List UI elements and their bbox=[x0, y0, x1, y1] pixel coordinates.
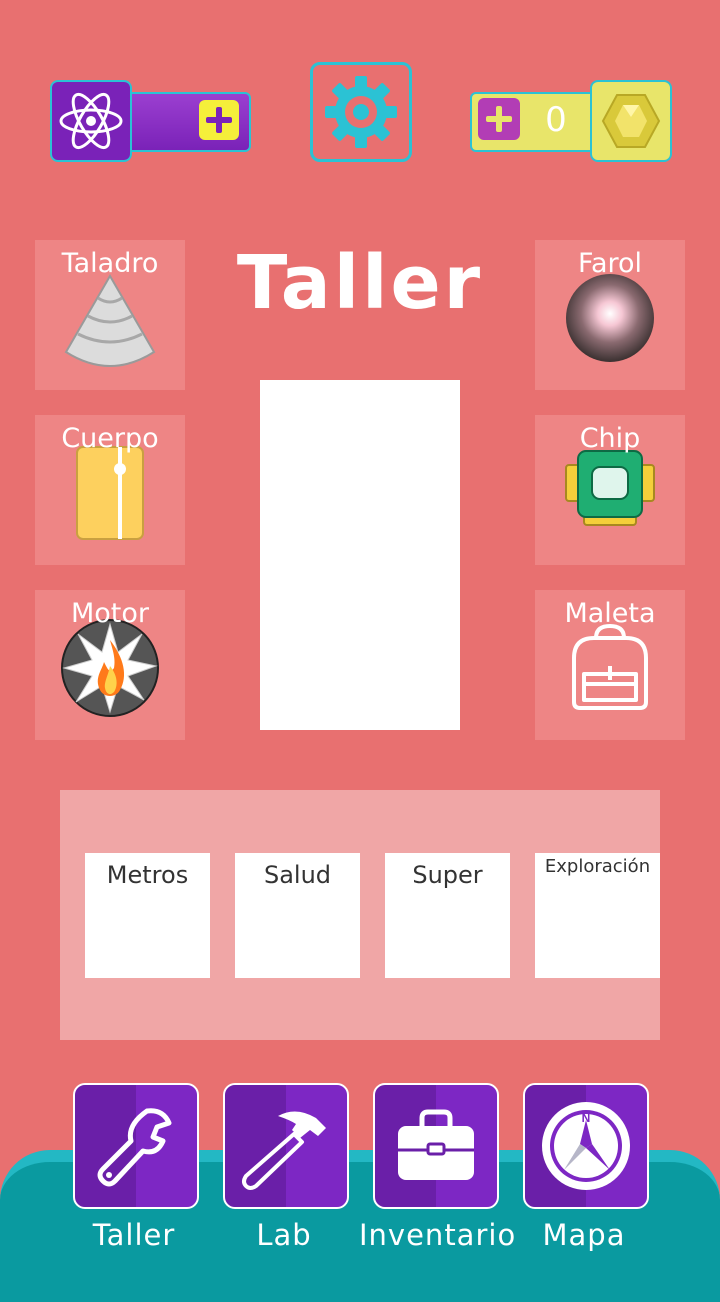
robot-preview bbox=[260, 380, 460, 730]
plus-icon bbox=[206, 107, 232, 133]
add-gems-button[interactable] bbox=[478, 98, 520, 140]
gear-icon bbox=[325, 76, 397, 148]
energy-button[interactable] bbox=[50, 80, 132, 162]
stat-label: Metros bbox=[106, 861, 189, 889]
part-slot-chip[interactable]: Chip bbox=[535, 415, 685, 565]
nav-button-map[interactable]: N bbox=[523, 1083, 649, 1209]
stat-card-meters: Metros bbox=[85, 853, 210, 978]
chip-icon bbox=[565, 450, 655, 526]
nav-button-lab[interactable] bbox=[223, 1083, 349, 1209]
stat-card-exploration: Exploración bbox=[535, 853, 660, 978]
motor-icon bbox=[61, 619, 159, 717]
part-slot-motor[interactable]: Motor bbox=[35, 590, 185, 740]
nav-label[interactable]: Lab bbox=[209, 1218, 359, 1252]
gem-count: 0 bbox=[545, 100, 567, 140]
drill-icon bbox=[64, 274, 156, 367]
body-icon bbox=[76, 446, 144, 540]
part-label: Chip bbox=[579, 423, 641, 454]
stat-label: Super bbox=[412, 861, 483, 889]
stat-card-health: Salud bbox=[235, 853, 360, 978]
lantern-icon bbox=[566, 274, 654, 362]
add-energy-button[interactable] bbox=[199, 100, 239, 140]
part-label: Taladro bbox=[61, 248, 159, 279]
part-label: Farol bbox=[577, 248, 643, 279]
plus-icon bbox=[486, 106, 512, 132]
stat-label: Exploración bbox=[544, 856, 651, 877]
hammer-icon bbox=[242, 1111, 326, 1190]
page-title: Taller bbox=[236, 240, 484, 326]
gem-icon bbox=[601, 94, 661, 148]
stat-card-super: Super bbox=[385, 853, 510, 978]
part-label: Cuerpo bbox=[61, 423, 159, 454]
part-slot-backpack[interactable]: Maleta bbox=[535, 590, 685, 740]
wrench-icon bbox=[97, 1108, 172, 1187]
part-label: Maleta bbox=[564, 598, 656, 629]
part-label: Motor bbox=[70, 598, 150, 629]
part-slot-drill[interactable]: Taladro bbox=[35, 240, 185, 390]
stat-label: Salud bbox=[263, 861, 332, 889]
atom-icon bbox=[59, 92, 123, 150]
compass-icon: N bbox=[542, 1102, 630, 1190]
settings-button[interactable] bbox=[310, 62, 412, 162]
nav-button-inventory[interactable] bbox=[373, 1083, 499, 1209]
nav-label[interactable]: Taller bbox=[59, 1218, 209, 1252]
toolbox-icon bbox=[398, 1109, 474, 1180]
nav-button-workshop[interactable] bbox=[73, 1083, 199, 1209]
backpack-icon bbox=[572, 624, 648, 710]
part-slot-body[interactable]: Cuerpo bbox=[35, 415, 185, 565]
nav-label[interactable]: Inventario bbox=[359, 1218, 515, 1252]
gem-button[interactable] bbox=[590, 80, 672, 162]
svg-text:N: N bbox=[582, 1111, 591, 1125]
part-slot-lantern[interactable]: Farol bbox=[535, 240, 685, 390]
nav-label[interactable]: Mapa bbox=[509, 1218, 659, 1252]
